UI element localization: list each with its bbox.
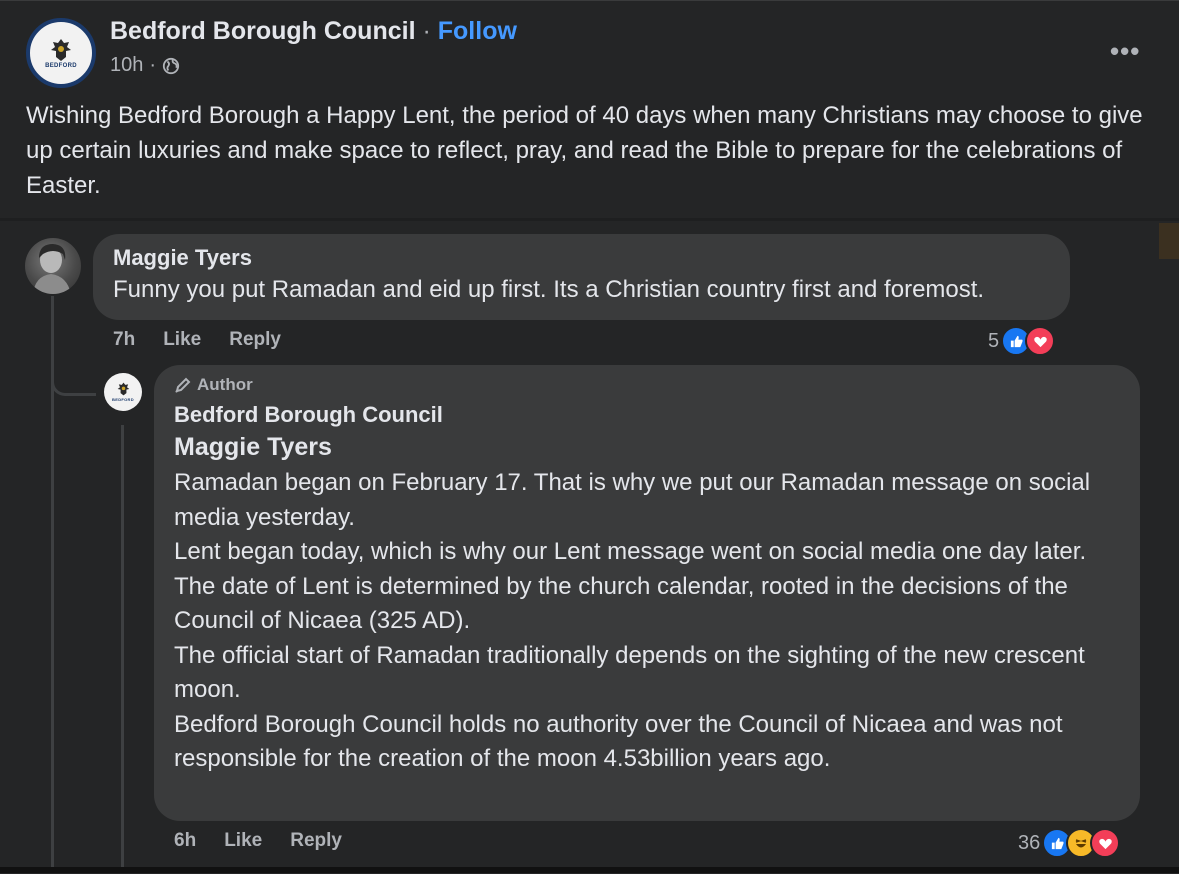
author-badge-label: Author (197, 375, 253, 394)
like-button[interactable]: Like (224, 830, 262, 852)
reply-actions: 6h Like Reply (174, 830, 342, 852)
reaction-count: 5 (988, 329, 1000, 352)
meta-separator: · (149, 54, 157, 76)
post-header: Bedford Borough Council · Follow (110, 17, 517, 46)
bottom-edge (0, 867, 1179, 873)
like-button[interactable]: Like (163, 329, 201, 351)
love-icon (1025, 326, 1056, 356)
comment-time[interactable]: 7h (113, 329, 135, 351)
author-badge: Author (174, 375, 253, 395)
page-name-link[interactable]: Bedford Borough Council (110, 17, 416, 45)
reply-connector (51, 296, 96, 396)
mention-tag[interactable]: Maggie Tyers (174, 433, 332, 462)
follow-button[interactable]: Follow (438, 17, 517, 45)
reply-thread-line (121, 425, 124, 873)
reply-button[interactable]: Reply (290, 830, 342, 852)
reaction-summary[interactable]: 5 (988, 326, 1056, 356)
post-meta: 10h · (110, 54, 180, 77)
reaction-summary[interactable]: 36 (1018, 828, 1121, 858)
globe-icon[interactable] (162, 57, 180, 75)
page-avatar[interactable]: BEDFORD (26, 18, 96, 88)
scrollbar-thumb[interactable] (1159, 223, 1179, 259)
post-divider (0, 218, 1179, 221)
reply-line: Lent began today, which is why our Lent … (174, 538, 1087, 565)
more-options-icon[interactable]: ••• (1110, 36, 1140, 67)
reply-page-avatar[interactable]: BEDFORD (104, 373, 142, 411)
reply-author[interactable]: Bedford Borough Council (174, 402, 443, 428)
comment-text: Funny you put Ramadan and eid up first. … (113, 276, 985, 303)
pen-icon (175, 377, 191, 393)
reply-line: Bedford Borough Council holds no authori… (174, 710, 1063, 773)
name-separator: · (422, 17, 431, 45)
post-time[interactable]: 10h (110, 54, 143, 77)
reply-time[interactable]: 6h (174, 830, 196, 852)
crest-icon (117, 382, 129, 396)
reply-text: Ramadan began on February 17. That is wh… (174, 466, 1124, 777)
reply-line: The date of Lent is determined by the ch… (174, 572, 1068, 635)
reply-line: Ramadan began on February 17. That is wh… (174, 469, 1091, 531)
reply-button[interactable]: Reply (229, 329, 281, 351)
commenter-avatar[interactable] (25, 238, 81, 294)
crest-icon (51, 38, 71, 61)
comment-actions: 7h Like Reply (113, 329, 281, 351)
reply-line: The official start of Ramadan traditiona… (174, 641, 1085, 704)
person-silhouette-icon (33, 244, 71, 294)
love-icon (1090, 828, 1121, 858)
avatar-logo-text: BEDFORD (45, 62, 77, 69)
comment-author[interactable]: Maggie Tyers (113, 245, 252, 271)
avatar-logo-text: BEDFORD (112, 397, 134, 402)
post-text: Wishing Bedford Borough a Happy Lent, th… (26, 102, 1143, 199)
reaction-count: 36 (1018, 831, 1041, 854)
